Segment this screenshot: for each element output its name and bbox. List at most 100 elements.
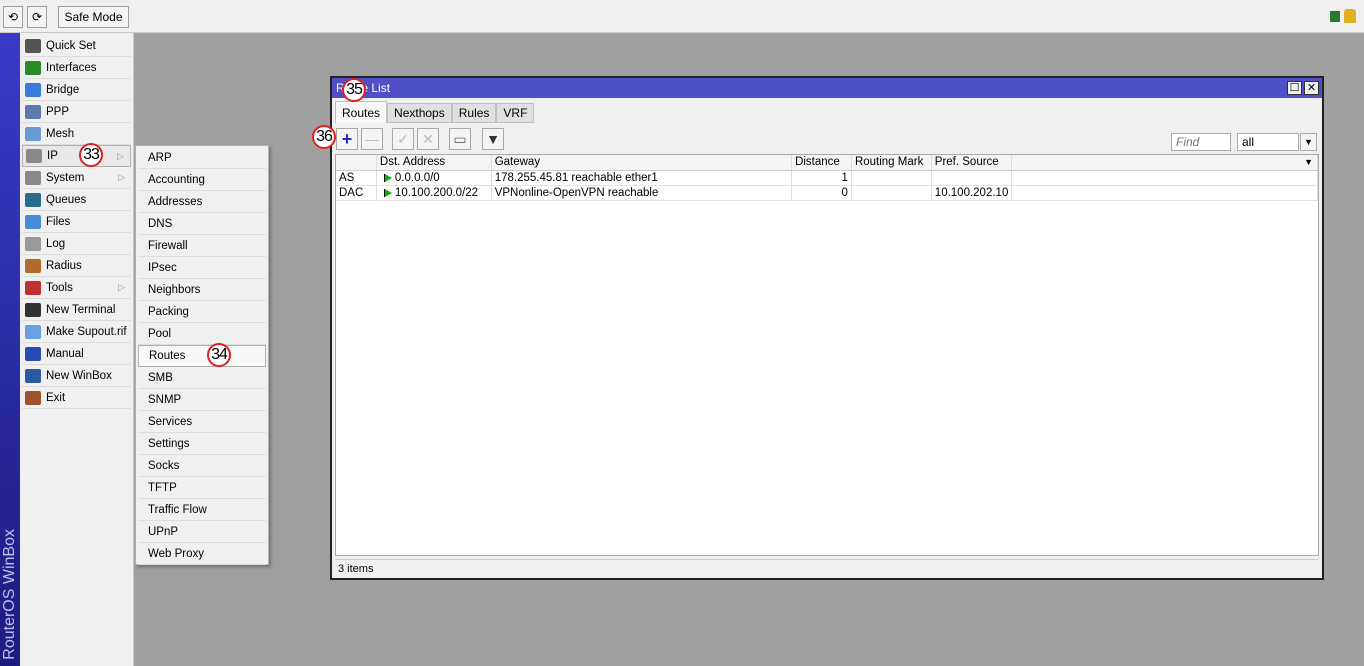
- sidebar-item-log[interactable]: Log: [22, 233, 131, 255]
- cell-filler: [1012, 171, 1318, 185]
- table-row[interactable]: DAC 10.100.200.0/22 VPNonline-OpenVPN reac…: [336, 186, 1318, 201]
- submenu-item-arp[interactable]: ARP: [138, 147, 266, 169]
- tab-nexthops[interactable]: Nexthops: [387, 103, 452, 123]
- sidebar-item-system[interactable]: System ▷: [22, 167, 131, 189]
- column-header[interactable]: Pref. Source: [932, 155, 1012, 170]
- submenu-item-packing[interactable]: Packing: [138, 301, 266, 323]
- sidebar-item-mesh[interactable]: Mesh: [22, 123, 131, 145]
- cell-mark: [852, 186, 932, 200]
- sidebar-item-bridge[interactable]: Bridge: [22, 79, 131, 101]
- find-input[interactable]: [1171, 133, 1231, 151]
- sidebar-item-label: IP: [47, 150, 58, 162]
- column-header[interactable]: Gateway: [492, 155, 793, 170]
- submenu-item-services[interactable]: Services: [138, 411, 266, 433]
- submenu-item-pool[interactable]: Pool: [138, 323, 266, 345]
- enable-button[interactable]: ✓: [392, 128, 414, 150]
- network-card-icon: [25, 60, 41, 75]
- maximize-button[interactable]: ☐: [1287, 81, 1302, 95]
- cell-dst: 10.100.200.0/22: [377, 186, 492, 200]
- remove-button[interactable]: —: [361, 128, 383, 150]
- cell-filler: [1012, 186, 1318, 200]
- submenu-item-snmp[interactable]: SNMP: [138, 389, 266, 411]
- routes-table: Dst. Address Gateway Distance Routing Mark P…: [335, 154, 1319, 556]
- sidebar-item-ppp[interactable]: PPP: [22, 101, 131, 123]
- cell-text: AS: [339, 172, 355, 184]
- active-flag-icon: [384, 189, 392, 197]
- tab-vrf[interactable]: VRF: [496, 103, 535, 123]
- redo-button[interactable]: ⟳: [27, 6, 47, 28]
- sidebar-item-files[interactable]: Files: [22, 211, 131, 233]
- file-icon: [25, 324, 41, 339]
- table-row[interactable]: AS 0.0.0.0/0 178.255.45.81 reachable ether…: [336, 171, 1318, 186]
- lock-icon: [1344, 9, 1356, 23]
- filter-button[interactable]: ▼: [482, 128, 504, 150]
- annotation-badge: 35: [342, 78, 366, 102]
- status-indicator-icon: [1330, 11, 1340, 22]
- close-button[interactable]: ✕: [1304, 81, 1319, 95]
- safe-mode-button[interactable]: Safe Mode: [58, 6, 129, 28]
- column-menu-button[interactable]: ▼: [1012, 155, 1318, 170]
- annotation-badge: 34: [207, 343, 231, 367]
- sidebar-item-tools[interactable]: Tools ▷: [22, 277, 131, 299]
- column-header[interactable]: Dst. Address: [377, 155, 492, 170]
- brand-text: RouterOS WinBox: [1, 529, 18, 660]
- submenu-item-ipsec[interactable]: IPsec: [138, 257, 266, 279]
- cell-text: 10.100.200.0/22: [394, 187, 479, 199]
- winbox-icon: [25, 368, 41, 383]
- submenu-item-traffic-flow[interactable]: Traffic Flow: [138, 499, 266, 521]
- ip-submenu: ARP Accounting Addresses DNS Firewall IPsec Ne…: [135, 145, 269, 565]
- tab-rules[interactable]: Rules: [451, 103, 497, 123]
- disable-button[interactable]: ✕: [417, 128, 439, 150]
- comment-button[interactable]: ▭: [449, 128, 471, 150]
- submenu-item-dns[interactable]: DNS: [138, 213, 266, 235]
- bridge-icon: [25, 82, 41, 97]
- cell-distance: 1: [792, 171, 852, 185]
- sidebar-item-queues[interactable]: Queues: [22, 189, 131, 211]
- sidebar-item-label: Bridge: [46, 83, 80, 96]
- sidebar-item-new-terminal[interactable]: New Terminal: [22, 299, 131, 321]
- cell-text: VPNonline-OpenVPN reachable: [494, 187, 659, 199]
- submenu-item-accounting[interactable]: Accounting: [138, 169, 266, 191]
- cell-gateway: 178.255.45.81 reachable ether1: [492, 171, 793, 185]
- submenu-item-settings[interactable]: Settings: [138, 433, 266, 455]
- submenu-item-socks[interactable]: Socks: [138, 455, 266, 477]
- sidebar-item-interfaces[interactable]: Interfaces: [22, 57, 131, 79]
- sidebar-item-radius[interactable]: Radius: [22, 255, 131, 277]
- submenu-item-smb[interactable]: SMB: [138, 367, 266, 389]
- column-header[interactable]: [336, 155, 377, 170]
- dropdown-icon: ▼: [1304, 137, 1313, 147]
- help-icon: [25, 346, 41, 361]
- queues-icon: [25, 192, 41, 207]
- submenu-item-upnp[interactable]: UPnP: [138, 521, 266, 543]
- sidebar-item-quick-set[interactable]: Quick Set: [22, 35, 131, 57]
- minus-icon: —: [365, 131, 379, 147]
- submenu-item-tftp[interactable]: TFTP: [138, 477, 266, 499]
- gear-icon: [25, 170, 41, 185]
- ppp-icon: [25, 104, 41, 119]
- column-header[interactable]: Routing Mark: [852, 155, 932, 170]
- sidebar-item-exit[interactable]: Exit: [22, 387, 131, 409]
- filter-dropdown-button[interactable]: ▼: [1300, 133, 1317, 151]
- tab-routes[interactable]: Routes: [335, 101, 388, 123]
- filter-select[interactable]: all: [1237, 133, 1299, 151]
- sidebar-item-label: PPP: [46, 105, 70, 118]
- window-title-bar[interactable]: Route List ☐ ✕: [332, 78, 1322, 98]
- sidebar-item-make-supout-rif[interactable]: Make Supout.rif: [22, 321, 131, 343]
- column-header[interactable]: Distance: [792, 155, 852, 170]
- sidebar-item-label: New Terminal: [46, 303, 116, 316]
- tools-icon: [25, 280, 41, 295]
- tab-bar: Routes Nexthops Rules VRF: [335, 101, 535, 123]
- submenu-arrow-icon: ▷: [117, 150, 124, 161]
- submenu-item-web-proxy[interactable]: Web Proxy: [138, 543, 266, 565]
- submenu-item-firewall[interactable]: Firewall: [138, 235, 266, 257]
- sidebar-item-ip[interactable]: IP ▷: [22, 145, 131, 167]
- submenu-item-addresses[interactable]: Addresses: [138, 191, 266, 213]
- add-button[interactable]: +: [336, 128, 358, 150]
- submenu-item-routes[interactable]: Routes: [138, 345, 266, 367]
- submenu-item-neighbors[interactable]: Neighbors: [138, 279, 266, 301]
- undo-button[interactable]: ⟲: [3, 6, 23, 28]
- comment-icon: ▭: [453, 130, 467, 147]
- sidebar-item-new-winbox[interactable]: New WinBox: [22, 365, 131, 387]
- sidebar-item-manual[interactable]: Manual: [22, 343, 131, 365]
- sidebar-item-label: Manual: [46, 347, 84, 360]
